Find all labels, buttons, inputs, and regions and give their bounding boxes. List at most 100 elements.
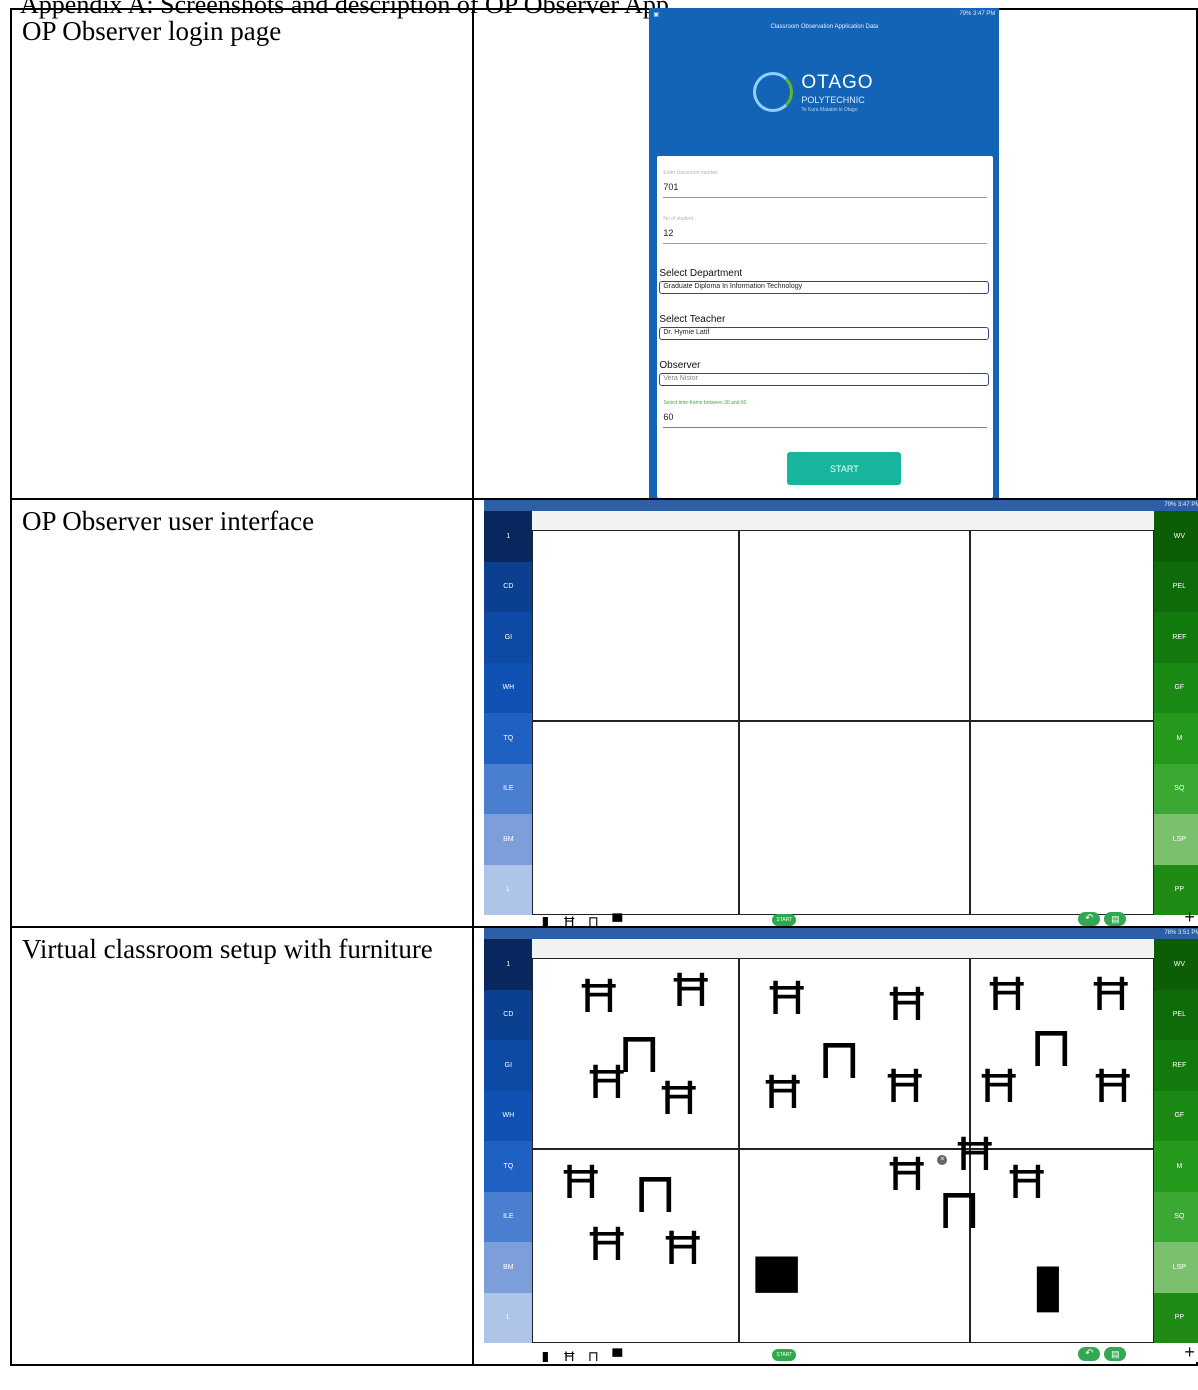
title-strip [532,511,1155,530]
table-icon[interactable]: ⊓ [1029,1019,1073,1075]
timeframe-input[interactable]: 60 [663,412,988,428]
table-icon[interactable]: ⊓ [937,1181,981,1237]
category-button-m[interactable]: M [1154,1141,1198,1192]
chair-icon[interactable]: Ħ [563,1159,598,1207]
board-icon[interactable]: ▀ [608,1347,626,1363]
category-button-wv[interactable]: WV [1154,511,1198,562]
title-strip [532,939,1155,958]
copy-icon[interactable]: ▤ [1104,912,1127,926]
table-icon[interactable]: ⊓ [584,1347,602,1363]
chair-icon[interactable]: Ħ [665,1225,700,1273]
chair-icon[interactable]: Ħ [765,1069,800,1117]
chair-icon[interactable]: Ħ [673,967,708,1015]
ui-furniture-screenshot-cell: 78% 3:51 PM 1 CD GI WH TQ ILE BM L WV PEL REF GF M S… [472,926,1198,1366]
chair-icon[interactable]: Ħ [769,975,804,1023]
category-button-wv[interactable]: WV [1154,939,1198,990]
category-button-1[interactable]: 1 [484,511,533,562]
category-button-sq[interactable]: SQ [1154,763,1198,814]
category-button-1[interactable]: 1 [484,939,533,990]
students-input[interactable]: 12 [663,228,988,244]
board-icon[interactable]: ▀ [608,912,626,927]
category-button-l[interactable]: L [484,864,533,915]
department-label: Select Department [659,268,743,279]
classroom-grid[interactable] [532,530,1155,915]
undo-icon[interactable]: ↶ [1078,912,1101,926]
category-button-cd[interactable]: CD [484,989,533,1040]
department-select[interactable]: Graduate Diploma In Information Technolo… [659,281,990,294]
students-hint: No of student [663,216,694,222]
otago-logo: OTAGO POLYTECHNIC Te Kura Matatini ki Ot… [753,70,913,120]
category-button-wh[interactable]: WH [484,662,533,713]
add-icon[interactable]: + [1184,908,1195,926]
add-icon[interactable]: + [1184,1343,1195,1361]
table-icon[interactable]: ⊓ [633,1165,677,1221]
logo-name: OTAGO [801,72,874,93]
category-button-wh[interactable]: WH [484,1090,533,1141]
observer-field[interactable]: Vera Nistor [659,373,990,386]
category-button-m[interactable]: M [1154,713,1198,764]
right-category-column: WV PEL REF GF M SQ LSP PP [1154,939,1198,1343]
category-button-lsp[interactable]: LSP [1154,814,1198,865]
board-icon[interactable]: ▀ [755,1261,798,1321]
teacher-select[interactable]: Dr. Hymie Latif [659,327,990,340]
chair-icon[interactable]: Ħ [560,1347,578,1363]
chair-icon[interactable]: Ħ [560,912,578,927]
category-button-sq[interactable]: SQ [1154,1191,1198,1242]
category-button-bm[interactable]: BM [484,1242,533,1293]
door-icon[interactable]: ▮ [536,1347,554,1363]
category-button-bm[interactable]: BM [484,814,533,865]
observer-ui-furniture: 78% 3:51 PM 1 CD GI WH TQ ILE BM L WV PEL REF GF M S… [484,928,1198,1362]
chair-icon[interactable]: Ħ [589,1221,624,1269]
chair-icon[interactable]: Ħ [889,1151,924,1199]
start-button[interactable]: START [772,1349,797,1361]
category-button-cd[interactable]: CD [484,561,533,612]
table-icon[interactable]: ⊓ [584,912,602,927]
logo-sub: POLYTECHNIC [801,95,865,105]
chair-icon[interactable]: Ħ [1009,1159,1044,1207]
category-button-lsp[interactable]: LSP [1154,1242,1198,1293]
chair-icon[interactable]: Ħ [887,1063,922,1111]
category-button-gf[interactable]: GF [1154,1090,1198,1141]
app-title: Classroom Observation Application Data [770,24,879,30]
start-button[interactable]: START [772,914,797,926]
chair-icon[interactable]: Ħ [1095,1063,1130,1111]
row-description: OP Observer login page [9,8,475,500]
chair-icon[interactable]: Ħ [1093,971,1128,1019]
chair-icon[interactable]: Ħ [957,1131,992,1179]
chair-icon[interactable]: Ħ [989,971,1024,1019]
observer-ui-empty: 79% 3:47 PM 1 CD GI WH TQ ILE BM L WV PEL REF GF M S… [484,500,1198,926]
chair-icon[interactable]: Ħ [581,973,616,1021]
copy-icon[interactable]: ▤ [1104,1347,1127,1361]
category-button-gi[interactable]: GI [484,1040,533,1091]
door-icon[interactable]: ▮ [1031,1255,1064,1315]
category-button-pel[interactable]: PEL [1154,989,1198,1040]
category-button-tq[interactable]: TQ [484,1141,533,1192]
door-icon[interactable]: ▮ [536,912,554,927]
category-button-l[interactable]: L [484,1292,533,1343]
chair-icon[interactable]: Ħ [981,1063,1016,1111]
classroom-input[interactable]: 701 [663,182,988,198]
category-button-gi[interactable]: GI [484,612,533,663]
close-icon[interactable]: × [937,1155,948,1165]
login-screenshot-cell: ▣ 79% 3:47 PM Classroom Observation Appl… [472,8,1198,500]
category-button-ile[interactable]: ILE [484,763,533,814]
classroom-grid[interactable]: Ħ Ħ ⊓ Ħ Ħ Ħ Ħ ⊓ Ħ Ħ Ħ Ħ ⊓ Ħ Ħ Ħ ⊓ Ħ Ħ ▀ … [532,958,1155,1343]
category-button-tq[interactable]: TQ [484,713,533,764]
row-description: OP Observer user interface [9,498,475,928]
appendix-table: OP Observer login page ▣ 79% 3:47 PM Cla… [9,8,1198,1366]
status-bar: ▣ 79% 3:47 PM [649,8,999,20]
table-icon[interactable]: ⊓ [817,1031,861,1087]
chair-icon[interactable]: Ħ [661,1075,696,1123]
category-button-gf[interactable]: GF [1154,662,1198,713]
category-button-pp[interactable]: PP [1154,1292,1198,1343]
start-button[interactable]: START [787,452,902,485]
classroom-hint: Enter classroom number [663,170,718,176]
category-button-ile[interactable]: ILE [484,1191,533,1242]
category-button-pel[interactable]: PEL [1154,561,1198,612]
chair-icon[interactable]: Ħ [589,1059,624,1107]
category-button-ref[interactable]: REF [1154,1040,1198,1091]
category-button-ref[interactable]: REF [1154,612,1198,663]
undo-icon[interactable]: ↶ [1078,1347,1101,1361]
chair-icon[interactable]: Ħ [889,981,924,1029]
row-description: Virtual classroom setup with furniture [9,926,475,1366]
